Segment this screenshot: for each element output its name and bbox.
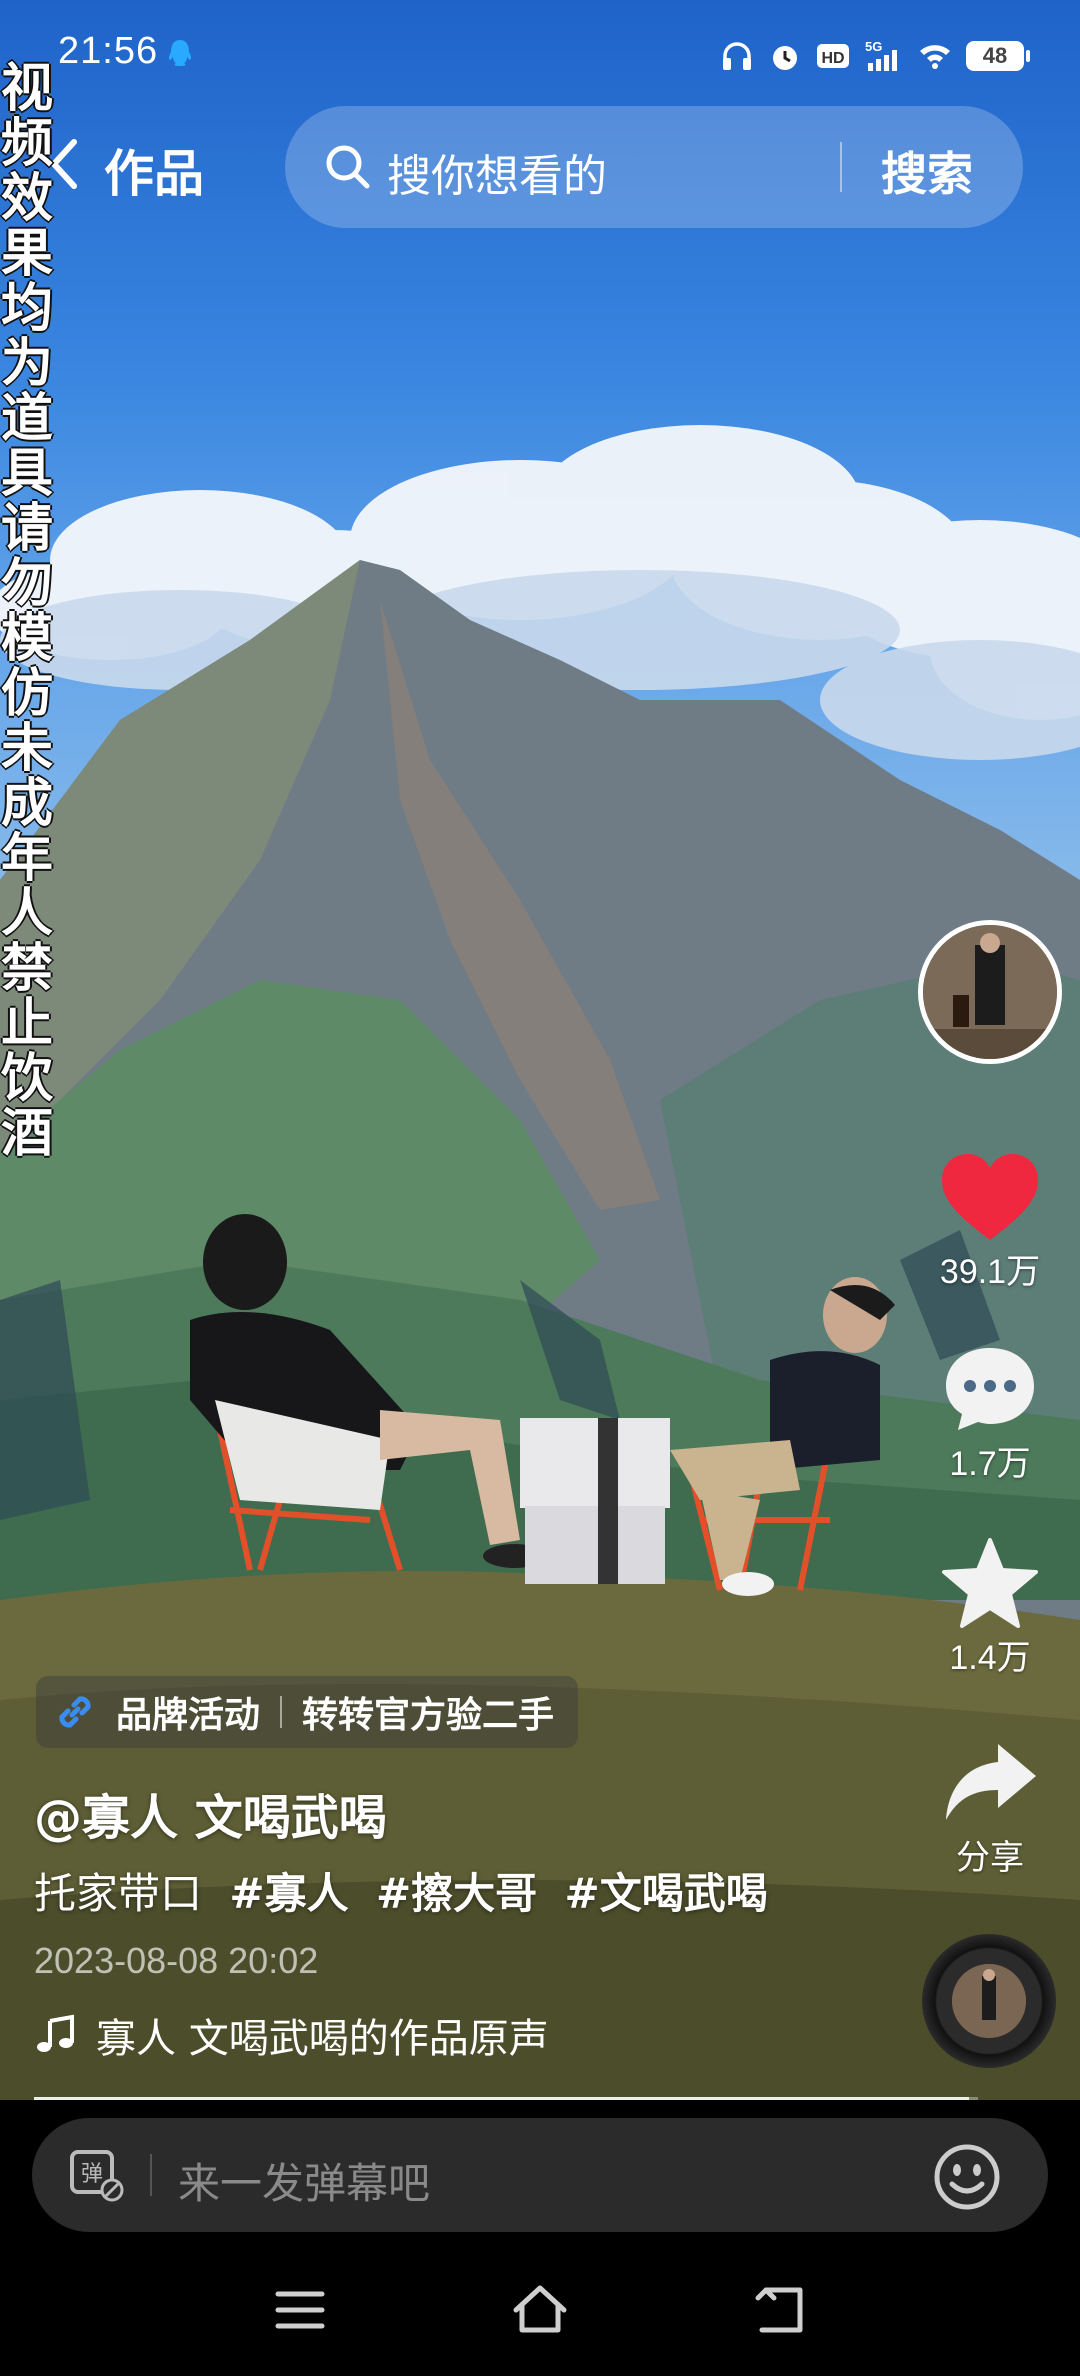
svg-text:HD: HD (821, 50, 844, 67)
danmu-input-bar[interactable]: 弹 来一发弹幕吧 (32, 2118, 1048, 2232)
link-icon (59, 1696, 91, 1728)
emoji-icon[interactable] (932, 2142, 1002, 2212)
status-bar: 21:56 HD 5G 48 (0, 0, 1080, 110)
back-nav-icon[interactable] (750, 2280, 810, 2340)
danmu-toggle-icon[interactable]: 弹 (68, 2148, 124, 2202)
network-label: 5G (865, 39, 882, 54)
danmu-divider (150, 2154, 152, 2196)
alarm-icon (773, 46, 797, 70)
comment-count: 1.7万 (949, 1445, 1031, 1483)
safety-warning-text: 视频效果均为道具请勿模仿未成年人禁止饮酒 (0, 59, 53, 1164)
brand-tag: 品牌活动 (116, 1695, 261, 1736)
home-icon[interactable] (510, 2280, 570, 2340)
signal-icon: 5G (865, 39, 897, 71)
share-label: 分享 (956, 1839, 1024, 1877)
description-text: 托家带口 (34, 1869, 203, 1918)
svg-text:弹: 弹 (81, 2162, 103, 2187)
music-info[interactable]: 寡人 文喝武喝的作品原声 (34, 2006, 549, 2064)
hashtag[interactable]: #寡人 (229, 1869, 348, 1918)
music-disc-cover (952, 1964, 1026, 2038)
star-icon (942, 1538, 1038, 1628)
search-bar[interactable]: 搜你想看的 搜索 (285, 106, 1023, 228)
status-time: 21:56 (58, 30, 159, 72)
like-button[interactable]: 39.1万 (920, 1150, 1060, 1293)
music-title: 寡人 文喝武喝的作品原声 (96, 2016, 549, 2062)
battery-icon: 48 (966, 41, 1030, 71)
wifi-icon (920, 45, 950, 69)
share-button[interactable]: 分享 (920, 1736, 1060, 1879)
share-icon (946, 1744, 1036, 1820)
music-disc[interactable] (922, 1934, 1056, 2068)
author-avatar[interactable] (918, 920, 1062, 1064)
brand-separator (280, 1696, 283, 1728)
favorite-count: 1.4万 (949, 1639, 1031, 1677)
search-icon (326, 145, 370, 189)
music-note-icon (37, 2014, 74, 2052)
search-input[interactable]: 搜你想看的 (387, 140, 607, 204)
headphone-icon (723, 42, 751, 70)
search-divider (840, 142, 842, 192)
heart-icon (942, 1154, 1038, 1240)
brand-text: 转转官方验二手 (302, 1695, 555, 1736)
menu-icon[interactable] (270, 2280, 330, 2340)
comment-button[interactable]: 1.7万 (920, 1342, 1060, 1485)
danmu-input[interactable]: 来一发弹幕吧 (178, 2150, 430, 2211)
search-button[interactable]: 搜索 (881, 138, 973, 204)
hd-icon: HD (817, 44, 849, 68)
qq-icon (168, 40, 192, 66)
author-name[interactable]: @寡人 文喝武喝 (34, 1778, 387, 1848)
hashtag[interactable]: #文喝武喝 (565, 1869, 768, 1918)
video-description: 托家带口 #寡人 #擦大哥 #文喝武喝 (34, 1860, 768, 1921)
brand-activity-banner[interactable]: 品牌活动 转转官方验二手 (36, 1676, 579, 1748)
like-count: 39.1万 (939, 1253, 1041, 1291)
favorite-button[interactable]: 1.4万 (920, 1536, 1060, 1679)
status-icons: HD 5G 48 (720, 36, 1030, 76)
page-title: 作品 (104, 145, 204, 203)
comment-icon (946, 1348, 1034, 1430)
publish-date: 2023-08-08 20:02 (34, 1940, 319, 1981)
hashtag[interactable]: #擦大哥 (376, 1869, 537, 1918)
avatar-image (923, 925, 1057, 1059)
